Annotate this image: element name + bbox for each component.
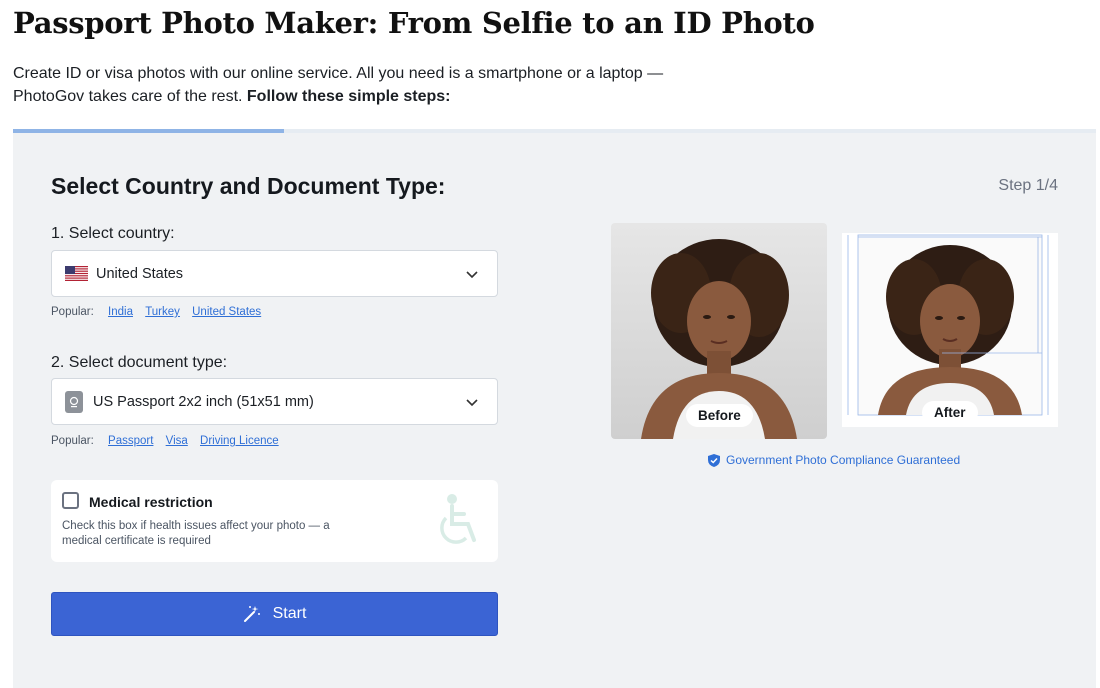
document-label: 2. Select document type: (51, 354, 228, 371)
step-indicator: Step 1/4 (998, 177, 1058, 194)
popular-document-link[interactable]: Passport (108, 435, 153, 447)
popular-document-link[interactable]: Visa (166, 435, 188, 447)
country-value: United States (96, 265, 184, 282)
after-photo: After (842, 233, 1058, 427)
popular-document-link[interactable]: Driving Licence (200, 435, 279, 447)
popular-country-link[interactable]: Turkey (145, 306, 180, 318)
popular-documents: Popular: Passport Visa Driving Licence (51, 435, 279, 447)
popular-label: Popular: (51, 306, 94, 318)
intro-text: Create ID or visa photos with our online… (13, 62, 713, 108)
popular-country-link[interactable]: India (108, 306, 133, 318)
compliance-text: Government Photo Compliance Guaranteed (726, 453, 961, 467)
popular-label: Popular: (51, 435, 94, 447)
intro-cta: Follow these simple steps: (246, 88, 451, 105)
after-label: After (922, 401, 978, 424)
page-title: Passport Photo Maker: From Selfie to an … (13, 6, 815, 40)
document-value: US Passport 2x2 inch (51x51 mm) (93, 393, 314, 410)
us-flag-icon (65, 266, 88, 281)
medical-restriction-checkbox[interactable] (62, 492, 79, 509)
country-label: 1. Select country: (51, 225, 175, 242)
popular-countries: Popular: India Turkey United States (51, 306, 261, 318)
start-button[interactable]: Start (51, 592, 498, 636)
popular-country-link[interactable]: United States (192, 306, 261, 318)
before-label: Before (686, 404, 753, 427)
medical-restriction-description: Check this box if health issues affect y… (62, 520, 330, 547)
section-title: Select Country and Document Type: (51, 173, 446, 199)
medical-restriction-title: Medical restriction (89, 494, 213, 510)
chevron-down-icon (466, 271, 478, 279)
medical-restriction-card: Medical restriction Check this box if he… (51, 480, 498, 562)
magic-wand-icon (243, 606, 260, 622)
compliance-note: Government Photo Compliance Guaranteed (708, 453, 960, 467)
passport-icon (65, 390, 83, 413)
before-photo: Before (611, 223, 827, 439)
portrait-after-image (847, 234, 1049, 416)
wizard-panel: Select Country and Document Type: Step 1… (13, 133, 1096, 688)
chevron-down-icon (466, 399, 478, 407)
wheelchair-icon (440, 494, 476, 544)
shield-check-icon (708, 453, 720, 467)
start-label: Start (272, 605, 307, 622)
country-select[interactable]: United States (51, 250, 498, 297)
document-select[interactable]: US Passport 2x2 inch (51x51 mm) (51, 378, 498, 425)
